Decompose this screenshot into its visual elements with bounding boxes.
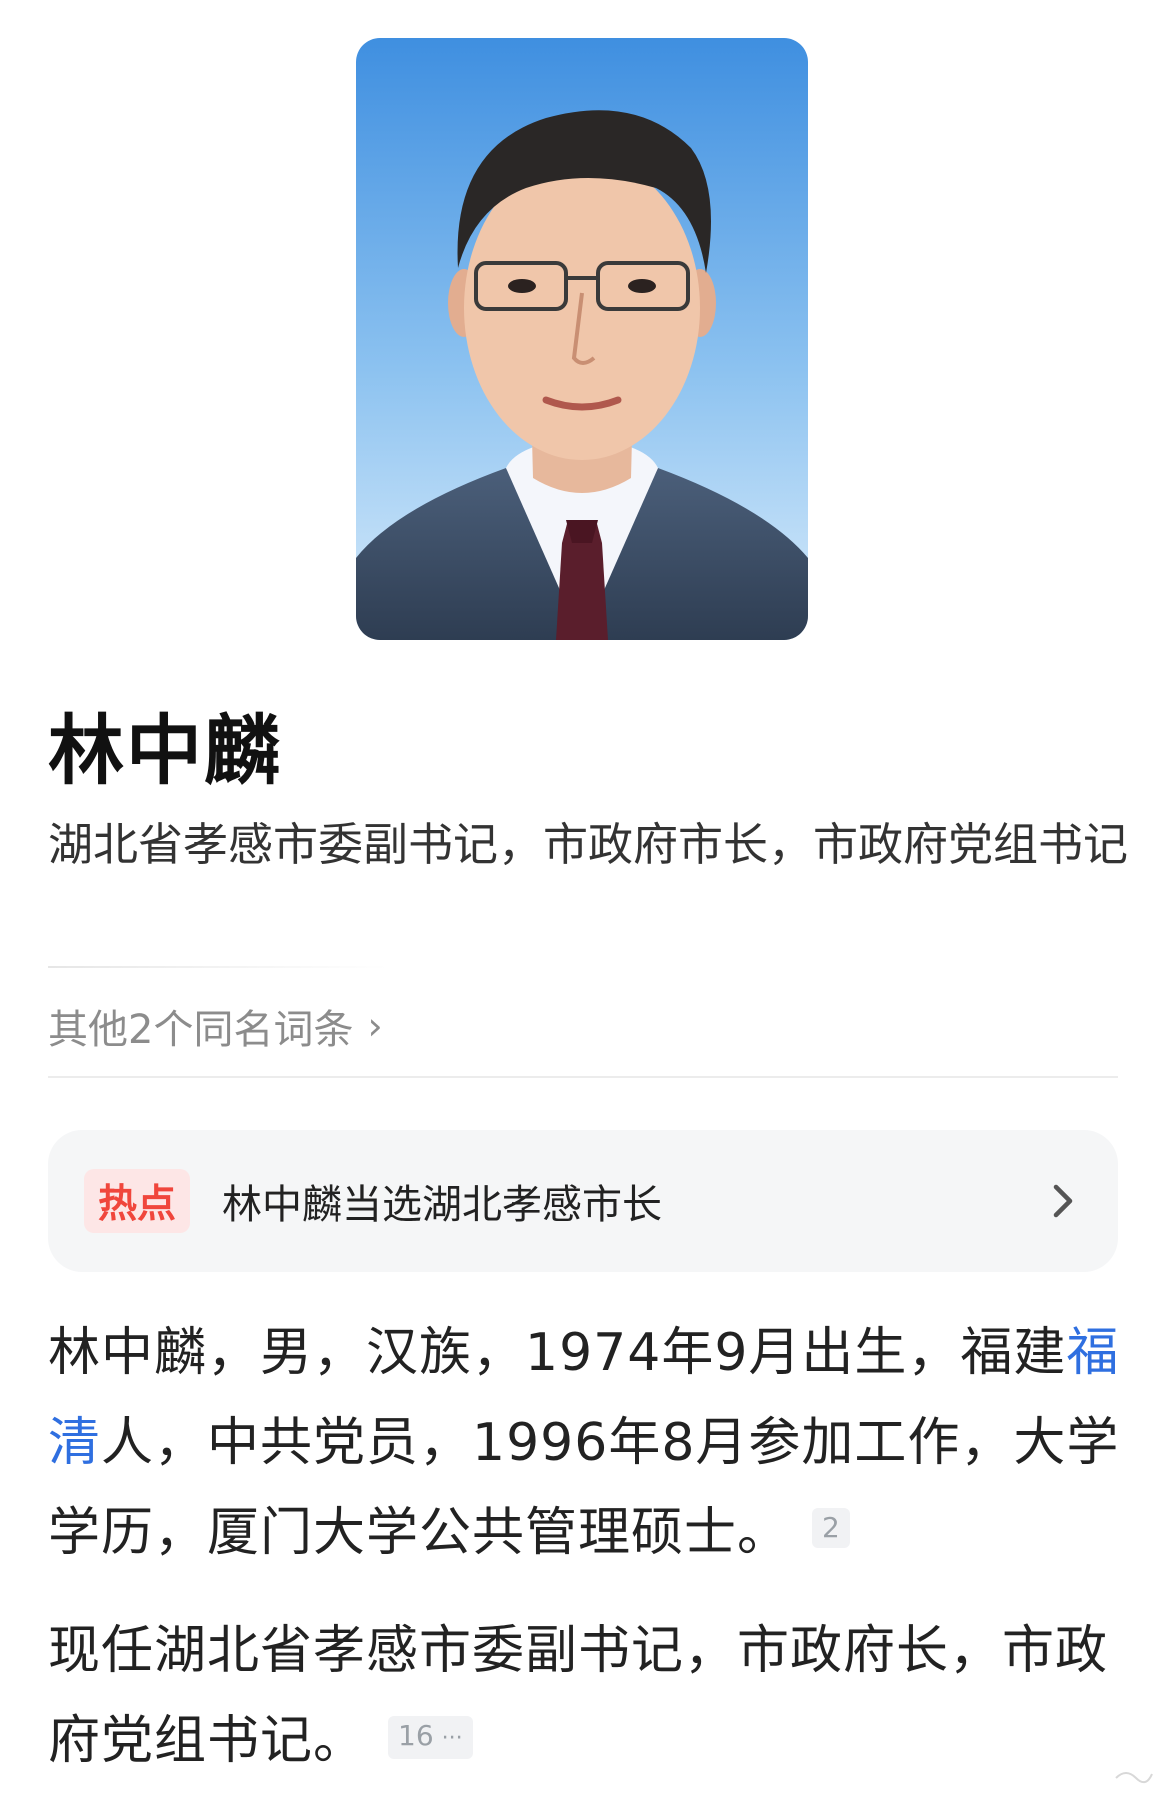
summary-text: 林中麟，男，汉族，1974年9月出生，福建 bbox=[48, 1323, 1067, 1383]
chevron-right-icon: › bbox=[367, 1004, 383, 1048]
portrait-image bbox=[356, 38, 808, 640]
page-subtitle: 湖北省孝感市委副书记，市政府市长，市政府党组书记 bbox=[48, 818, 1129, 871]
citation-badge[interactable]: 16 ··· bbox=[388, 1716, 473, 1759]
page-title: 林中麟 bbox=[48, 706, 282, 795]
position-paragraph: 现任湖北省孝感市委副书记，市政府长，市政府党组书记。 16 ··· bbox=[48, 1606, 1120, 1786]
watermark-icon bbox=[1115, 1772, 1153, 1784]
hot-badge: 热点 bbox=[84, 1169, 190, 1233]
citation-number: 16 bbox=[398, 1719, 434, 1752]
hot-topic-card[interactable]: 热点 林中麟当选湖北孝感市长 bbox=[48, 1130, 1118, 1272]
more-icon: ··· bbox=[441, 1726, 463, 1751]
same-name-entries-label: 其他2个同名词条 bbox=[48, 1007, 354, 1053]
chevron-right-icon bbox=[1053, 1184, 1073, 1218]
hot-topic-text: 林中麟当选湖北孝感市长 bbox=[222, 1182, 662, 1228]
same-name-entries-link[interactable]: 其他2个同名词条 › bbox=[48, 998, 383, 1054]
position-text: 现任湖北省孝感市委副书记，市政府长，市政府党组书记。 bbox=[48, 1621, 1109, 1771]
divider bbox=[48, 966, 388, 968]
citation-badge[interactable]: 2 bbox=[812, 1508, 850, 1548]
divider bbox=[48, 1076, 1118, 1078]
summary-text: 人，中共党员，1996年8月参加工作，大学学历，厦门大学公共管理硕士。 bbox=[48, 1413, 1120, 1563]
summary-paragraph: 林中麟，男，汉族，1974年9月出生，福建福清人，中共党员，1996年8月参加工… bbox=[48, 1308, 1120, 1578]
portrait-photo[interactable] bbox=[356, 38, 808, 640]
